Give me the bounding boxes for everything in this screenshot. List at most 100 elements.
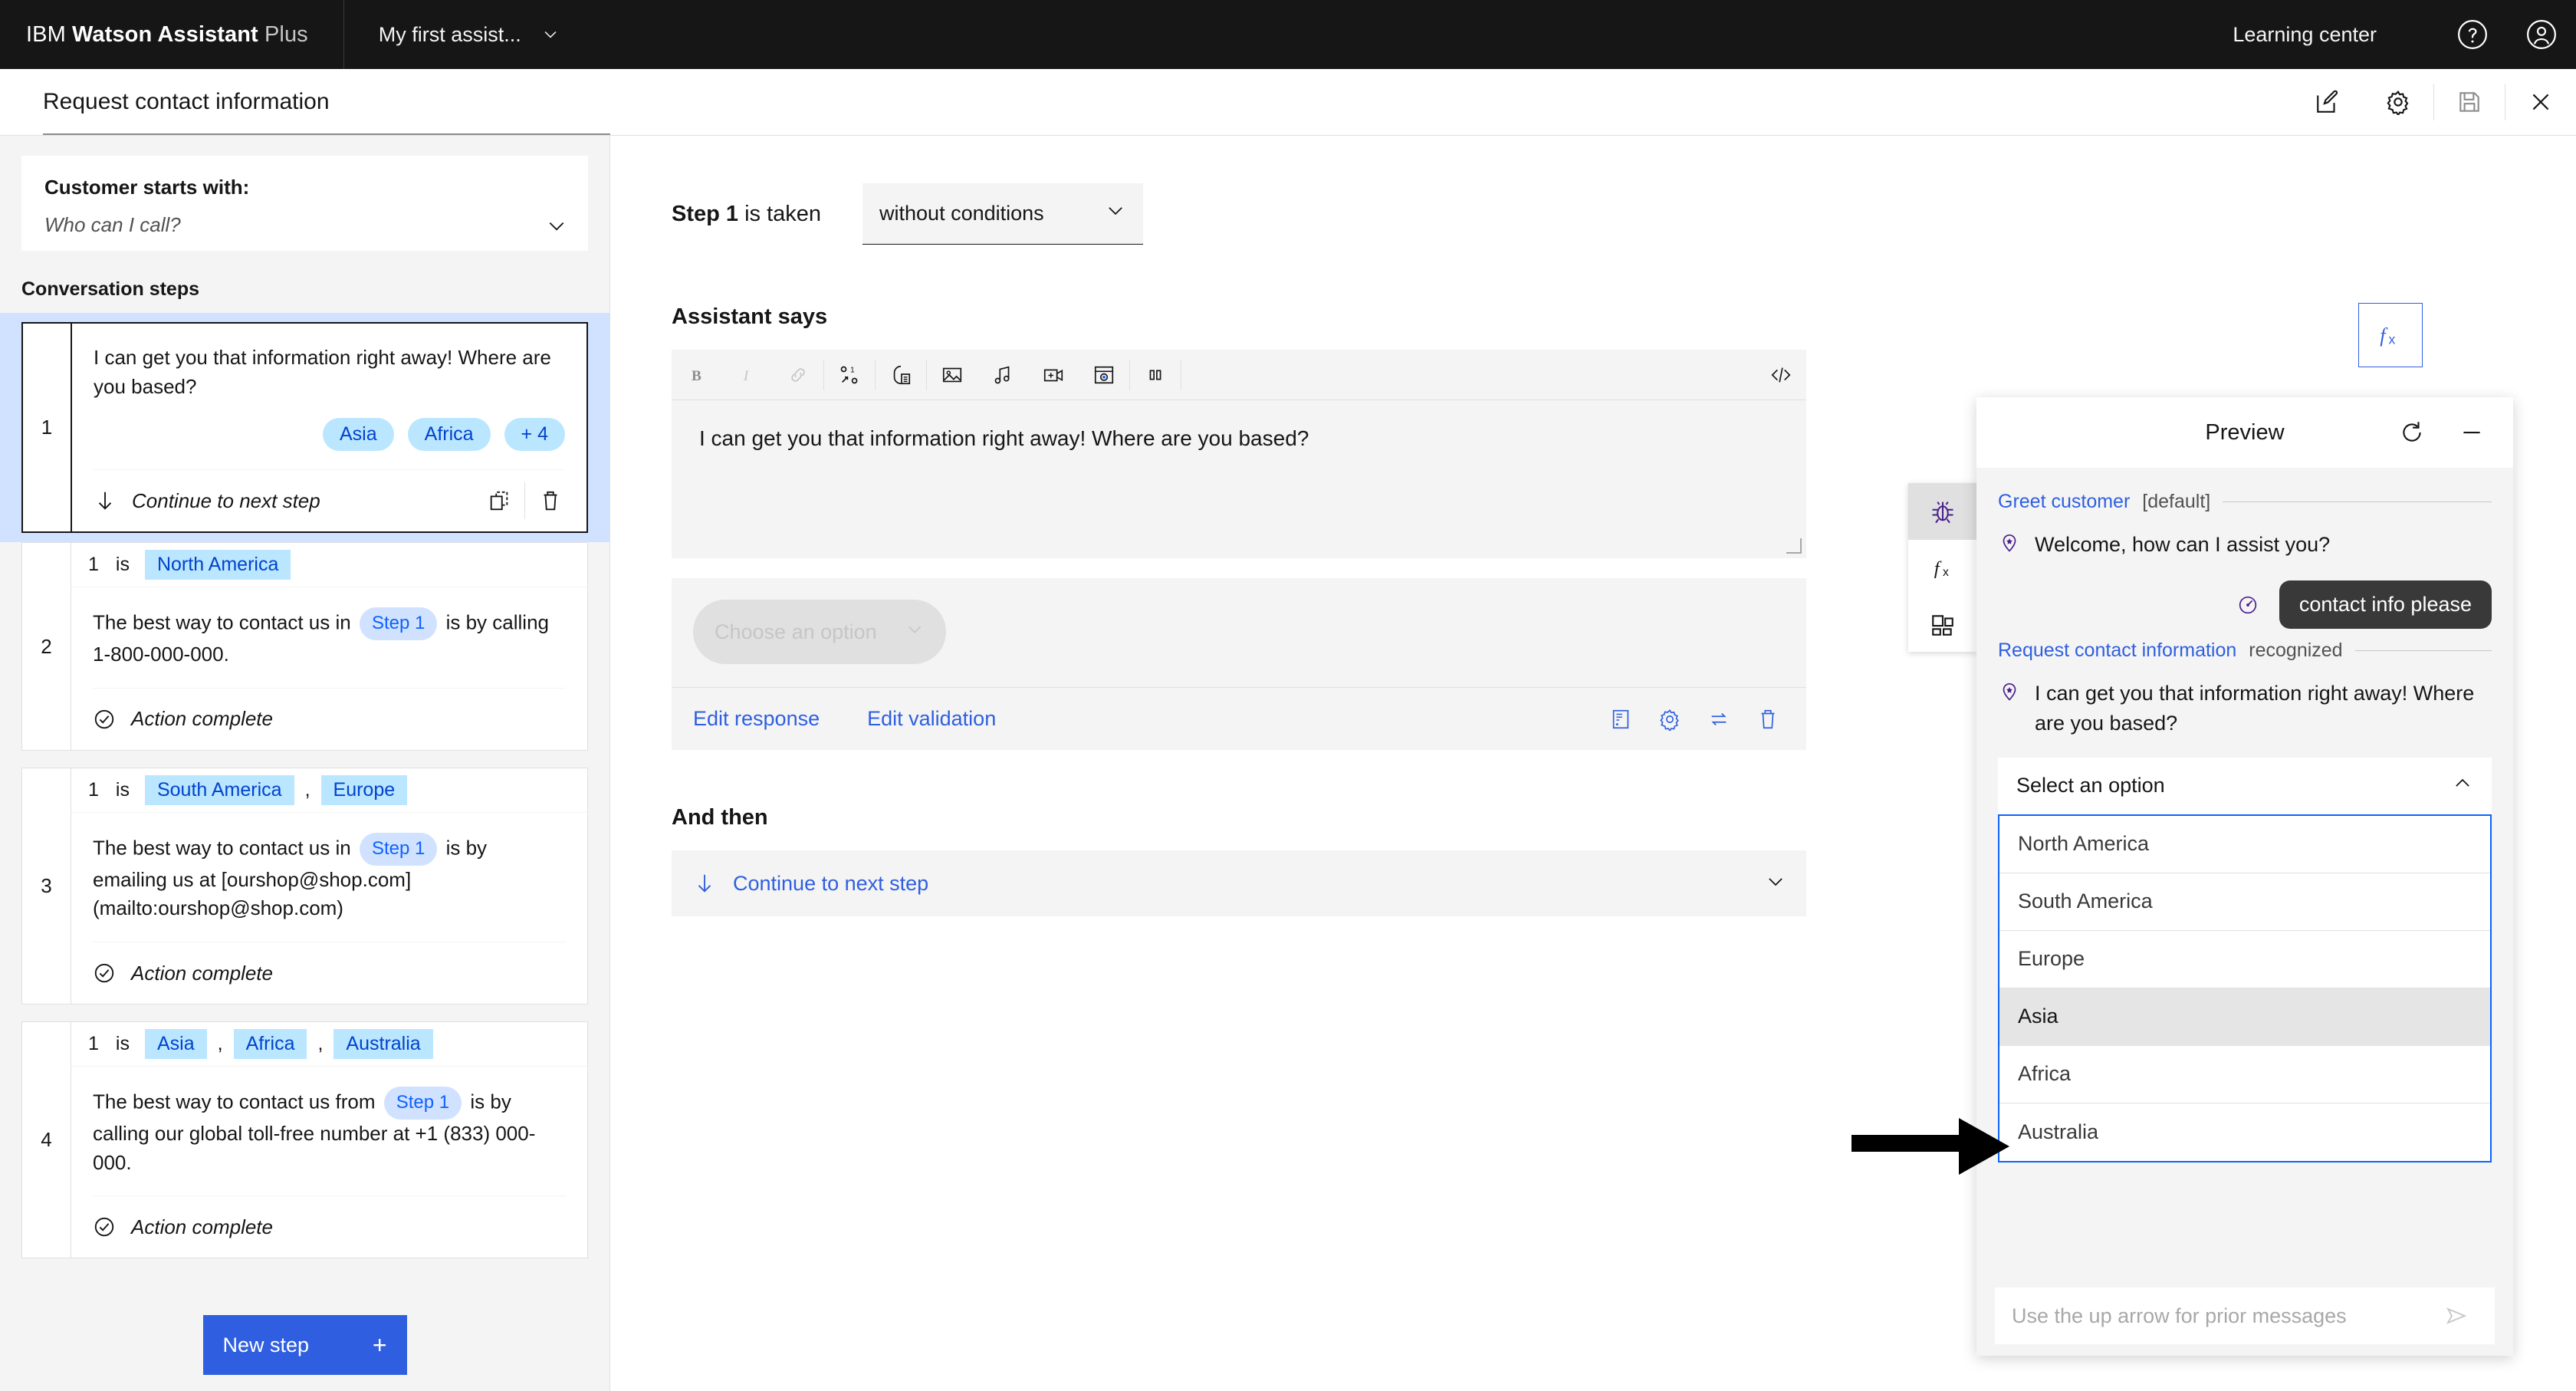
option-item[interactable]: South America: [1999, 873, 2490, 931]
option-chip-more[interactable]: + 4: [504, 418, 565, 452]
node-name-link[interactable]: Greet customer: [1998, 491, 2130, 513]
svg-text:B: B: [692, 368, 702, 384]
preview-panel: Preview Greet customer [default] Welcome…: [1976, 397, 2513, 1356]
assistant-switcher-label: My first assist...: [378, 22, 521, 46]
restart-icon[interactable]: [2387, 408, 2436, 457]
condition-select[interactable]: without conditions: [863, 183, 1144, 245]
gear-icon[interactable]: [1645, 695, 1694, 744]
debug-bug-icon[interactable]: [1908, 483, 1977, 540]
option-item-highlighted[interactable]: Asia: [1999, 988, 2490, 1046]
chevron-down-icon: [544, 31, 557, 38]
option-item[interactable]: Africa: [1999, 1046, 2490, 1103]
option-item[interactable]: Europe: [1999, 931, 2490, 988]
step-number: 1: [23, 324, 72, 532]
delete-icon[interactable]: [525, 475, 576, 526]
save-icon[interactable]: [2434, 69, 2505, 135]
step-card-2[interactable]: 2 1 is North America The best way to con…: [21, 542, 588, 751]
pause-icon[interactable]: [1130, 350, 1181, 400]
condition-value: Australia: [334, 1029, 433, 1060]
step-card-4[interactable]: 4 1 is Asia , Africa , Australia The bes…: [21, 1021, 588, 1259]
step-condition: 1 is Asia , Africa , Australia: [71, 1022, 587, 1067]
fx-variables-button[interactable]: f x: [2358, 303, 2423, 367]
transcript-node-marker: Greet customer [default]: [1998, 491, 2492, 513]
code-view-icon[interactable]: [1756, 350, 1806, 400]
link-icon[interactable]: [773, 350, 823, 400]
fx-variables-icon[interactable]: f x: [1908, 540, 1977, 597]
edit-validation-link[interactable]: Edit validation: [867, 707, 996, 731]
send-icon[interactable]: [2435, 1304, 2478, 1328]
minimize-icon[interactable]: [2447, 408, 2496, 457]
gear-icon[interactable]: [2363, 69, 2433, 135]
options-icon[interactable]: [876, 350, 926, 400]
iframe-icon[interactable]: [1079, 350, 1129, 400]
and-then-select[interactable]: Continue to next step: [672, 850, 1806, 916]
image-icon[interactable]: [927, 350, 978, 400]
choose-an-option-dropdown[interactable]: Choose an option: [693, 600, 946, 664]
step-number: 3: [22, 768, 71, 1005]
response-text[interactable]: I can get you that information right awa…: [672, 400, 1806, 558]
new-step-button[interactable]: New step +: [202, 1315, 407, 1375]
step-text: The best way to contact us in Step 1 is …: [71, 587, 587, 669]
page-title: Request contact information: [43, 89, 330, 114]
transcript-node-marker: Request contact information recognized: [1998, 640, 2492, 662]
components-icon[interactable]: [1908, 597, 1977, 653]
preview-side-rail: f x: [1908, 483, 1977, 652]
step-variable-bubble[interactable]: Step 1: [359, 607, 438, 641]
condition-operator: is: [115, 1033, 130, 1055]
chevron-down-icon[interactable]: [545, 215, 568, 242]
option-item[interactable]: Australia: [1999, 1103, 2490, 1161]
delete-icon[interactable]: [1743, 695, 1792, 744]
italic-icon[interactable]: I: [722, 350, 773, 400]
step-text-before: The best way to contact us in: [93, 610, 351, 634]
global-header: IBM Watson Assistant Plus My first assis…: [0, 0, 2576, 69]
check-circle-icon: [94, 1218, 114, 1237]
step-variable-bubble[interactable]: Step 1: [359, 832, 438, 866]
arrow-down-icon: [98, 492, 112, 511]
step-footer: Action complete: [71, 942, 587, 1004]
bold-icon[interactable]: B: [672, 350, 722, 400]
node-status: recognized: [2249, 640, 2343, 662]
learning-center-link[interactable]: Learning center: [2233, 23, 2377, 47]
step-taken-rest: is taken: [738, 201, 822, 226]
preview-message-input[interactable]: [2012, 1304, 2435, 1328]
customer-starts-with-card[interactable]: Customer starts with: Who can I call?: [21, 156, 588, 251]
duplicate-icon[interactable]: [474, 475, 524, 526]
select-an-option-trigger[interactable]: Select an option: [1998, 757, 2492, 814]
check-circle-icon: [94, 963, 114, 983]
variable-icon[interactable]: 1: [824, 350, 875, 400]
step-footer: Action complete: [71, 1196, 587, 1258]
step-condition: 1 is South America , Europe: [71, 768, 587, 813]
chevron-down-icon: [905, 620, 925, 645]
brand-product: Watson Assistant: [72, 21, 258, 47]
step-card-3[interactable]: 3 1 is South America , Europe The best w…: [21, 767, 588, 1005]
arrow-down-icon: [698, 874, 711, 893]
and-then-value: Continue to next step: [733, 871, 929, 895]
step-footer: Continue to next step: [72, 470, 586, 531]
user-message-row: contact info please: [1998, 580, 2492, 630]
action-pin-icon: [2003, 683, 2016, 701]
step-list: 1 I can get you that information right a…: [0, 313, 610, 1259]
close-icon[interactable]: [2505, 69, 2576, 135]
repeat-icon[interactable]: [1694, 695, 1743, 744]
audio-icon[interactable]: [978, 350, 1028, 400]
option-chip[interactable]: Africa: [407, 418, 491, 452]
condition-separator: ,: [304, 778, 310, 801]
svg-text:f: f: [2380, 324, 2388, 347]
video-icon[interactable]: [1028, 350, 1079, 400]
bot-message-text: Welcome, how can I assist you?: [2035, 533, 2331, 556]
user-avatar-icon[interactable]: [2507, 0, 2576, 69]
edit-response-link[interactable]: Edit response: [693, 707, 820, 731]
choose-an-option-placeholder: Choose an option: [715, 620, 877, 643]
option-item[interactable]: North America: [1999, 816, 2490, 873]
assistant-switcher[interactable]: My first assist...: [379, 23, 560, 47]
node-name-link[interactable]: Request contact information: [1998, 640, 2236, 662]
condition-operator: is: [115, 554, 130, 576]
preview-message-input-wrap[interactable]: [1995, 1287, 2495, 1344]
edit-icon[interactable]: [2292, 69, 2363, 135]
step-card-1[interactable]: 1 I can get you that information right a…: [0, 313, 610, 543]
step-variable-bubble[interactable]: Step 1: [383, 1087, 462, 1120]
check-circle-icon: [94, 709, 114, 729]
preview-device-icon[interactable]: [1596, 695, 1645, 744]
help-icon[interactable]: [2438, 0, 2507, 69]
option-chip[interactable]: Asia: [323, 418, 394, 452]
